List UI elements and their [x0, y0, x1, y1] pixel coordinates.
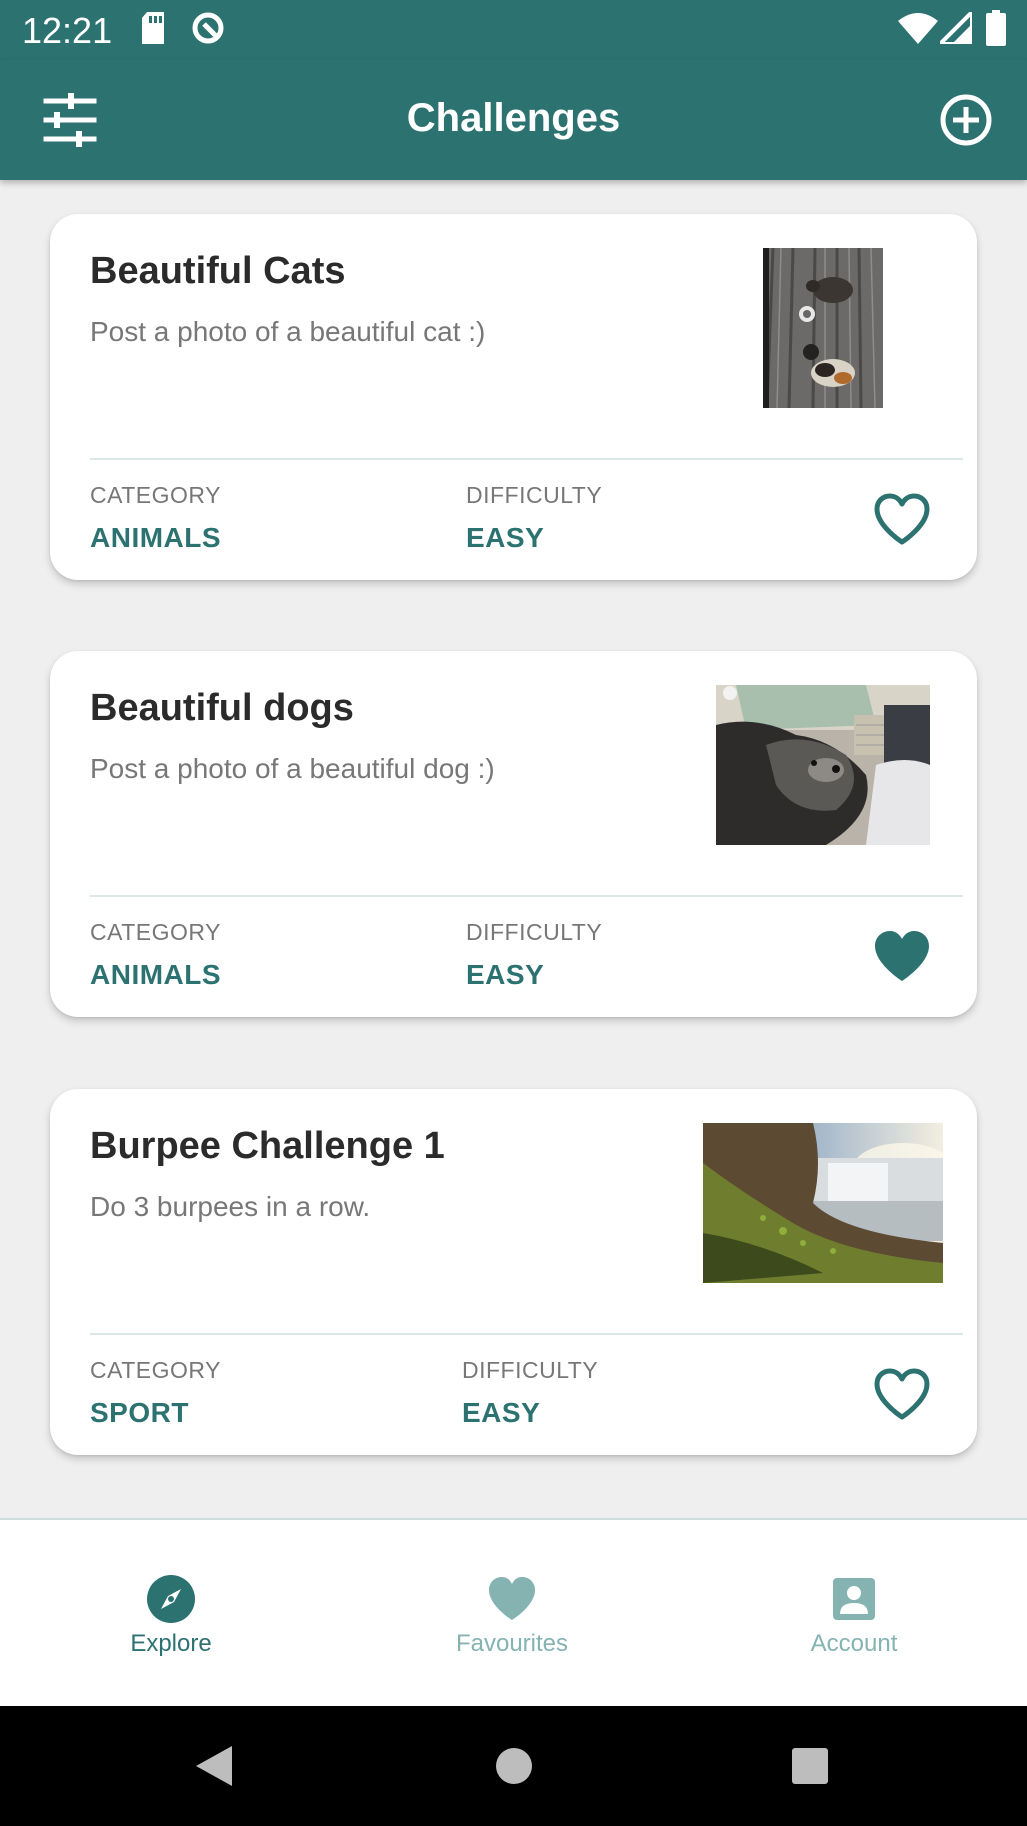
category-value: ANIMALS: [90, 522, 222, 553]
cell-signal-icon: [935, 7, 974, 49]
nav-label: Favourites: [455, 1630, 569, 1657]
difficulty-label: DIFFICULTY: [462, 1357, 599, 1383]
compass-icon: [146, 1574, 196, 1624]
nav-explore[interactable]: Explore: [71, 1574, 271, 1658]
category-label: CATEGORY: [90, 1357, 221, 1383]
challenge-description: Do 3 burpees in a row.: [90, 1191, 371, 1222]
favourite-outline-icon[interactable]: [872, 1367, 932, 1423]
difficulty-value: EASY: [462, 1397, 541, 1428]
challenge-card[interactable]: Burpee Challenge 1 Do 3 burpees in a row…: [50, 1089, 977, 1455]
favourite-outline-icon[interactable]: [872, 492, 932, 548]
wifi-icon: [898, 12, 938, 49]
category-value: SPORT: [90, 1397, 189, 1428]
back-icon[interactable]: [194, 1744, 234, 1793]
challenge-description: Post a photo of a beautiful cat :): [90, 316, 486, 347]
challenge-title: Burpee Challenge 1: [90, 1125, 445, 1167]
difficulty-label: DIFFICULTY: [466, 482, 603, 508]
challenge-card[interactable]: Beautiful dogs Post a photo of a beautif…: [50, 651, 977, 1017]
challenge-image: [763, 248, 883, 408]
sd-card-icon: [140, 12, 166, 49]
challenge-title: Beautiful Cats: [90, 250, 346, 292]
difficulty-label: DIFFICULTY: [466, 919, 603, 945]
status-bar: 12:21: [0, 0, 1027, 60]
card-divider: [90, 458, 963, 460]
app-bar: Challenges: [0, 60, 1027, 180]
recents-icon[interactable]: [790, 1744, 830, 1793]
challenge-description: Post a photo of a beautiful dog :): [90, 753, 495, 784]
card-divider: [90, 1333, 963, 1335]
favourite-filled-icon[interactable]: [872, 929, 932, 985]
nav-label: Account: [810, 1630, 898, 1657]
difficulty-value: EASY: [466, 959, 545, 990]
sync-icon: [190, 10, 226, 51]
bottom-navigation: Explore Favourites Account: [0, 1518, 1027, 1706]
page-title: Challenges: [406, 96, 621, 140]
challenge-image: [716, 685, 930, 845]
add-circle-icon[interactable]: [936, 90, 996, 150]
nav-account[interactable]: Account: [754, 1574, 954, 1658]
category-label: CATEGORY: [90, 482, 221, 508]
challenge-title: Beautiful dogs: [90, 687, 354, 729]
category-label: CATEGORY: [90, 919, 221, 945]
category-value: ANIMALS: [90, 959, 222, 990]
account-box-icon: [829, 1574, 879, 1624]
challenge-card[interactable]: Beautiful Cats Post a photo of a beautif…: [50, 214, 977, 580]
nav-favourites[interactable]: Favourites: [412, 1574, 612, 1658]
status-time: 12:21: [22, 10, 113, 51]
heart-icon: [487, 1574, 537, 1624]
nav-label: Explore: [130, 1630, 212, 1657]
challenge-image: [703, 1123, 943, 1283]
battery-icon: [986, 10, 1006, 51]
home-icon[interactable]: [494, 1744, 534, 1793]
difficulty-value: EASY: [466, 522, 545, 553]
card-divider: [90, 895, 963, 897]
system-navigation-bar: [0, 1706, 1027, 1826]
